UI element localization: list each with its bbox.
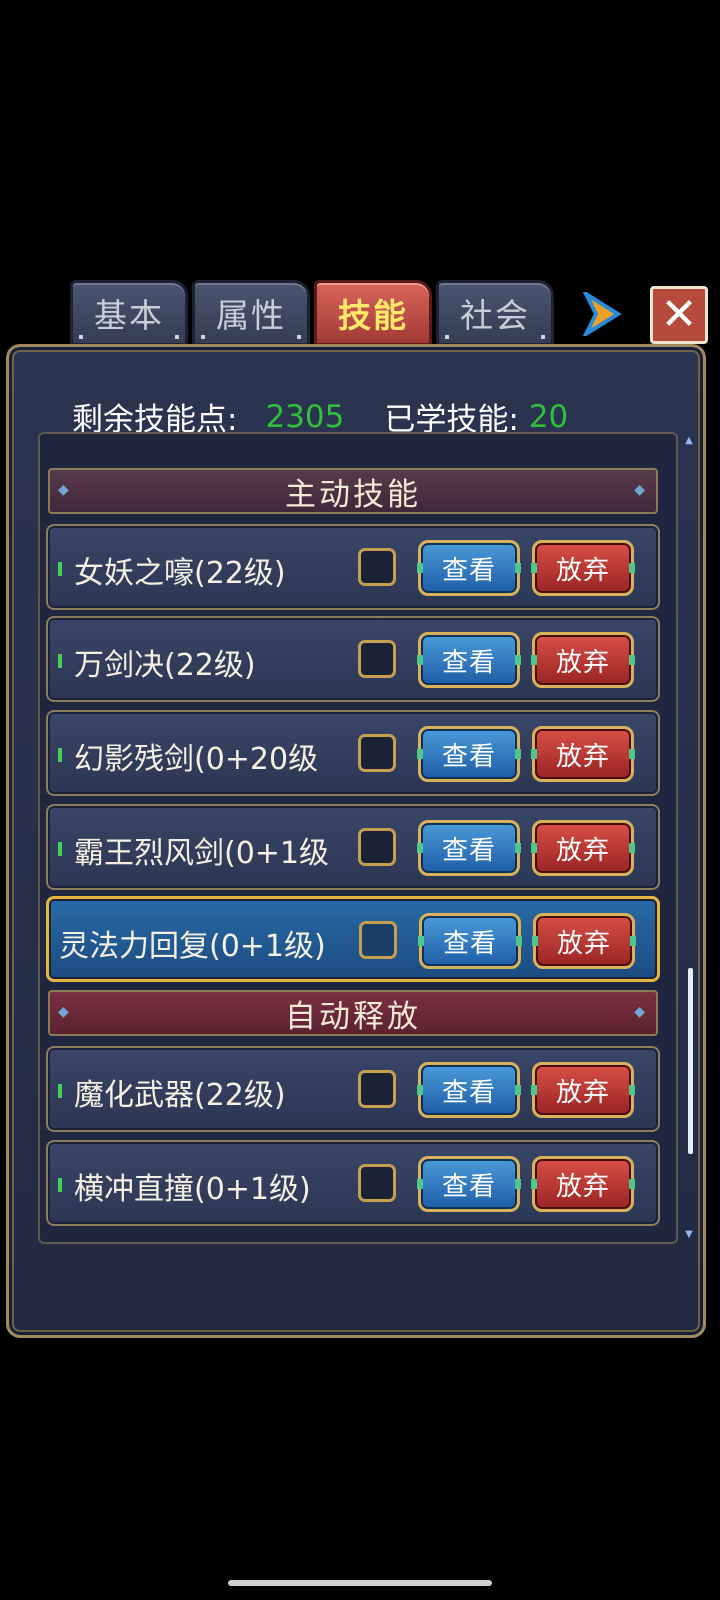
skill-row-selected[interactable]: 灵法力回复(0+1级) 查看 放弃 [46, 896, 660, 982]
view-button[interactable]: 查看 [417, 632, 521, 688]
tab-attributes[interactable]: 属性 [192, 280, 310, 346]
scroll-up-icon[interactable]: ▲ [684, 436, 694, 446]
skill-name: 幻影残剑(0+20级 [74, 742, 319, 777]
skill-row[interactable]: 霸王烈风剑(0+1级 查看 放弃 [46, 804, 660, 890]
abandon-button[interactable]: 放弃 [531, 820, 635, 876]
view-button[interactable]: 查看 [417, 540, 521, 596]
skill-marker [58, 748, 62, 762]
tab-attributes-label: 属性 [216, 296, 286, 335]
abandon-button[interactable]: 放弃 [531, 632, 635, 688]
abandon-button[interactable]: 放弃 [531, 1156, 635, 1212]
skill-checkbox[interactable] [358, 1070, 396, 1108]
tab-skills[interactable]: 技能 [314, 280, 432, 346]
abandon-button[interactable]: 放弃 [532, 913, 636, 969]
abandon-button[interactable]: 放弃 [531, 726, 635, 782]
skill-row[interactable]: 万剑决(22级) 查看 放弃 [46, 616, 660, 702]
view-button[interactable]: 查看 [417, 820, 521, 876]
scrollbar-thumb[interactable] [688, 968, 693, 1154]
skill-checkbox[interactable] [358, 1164, 396, 1202]
skill-name: 灵法力回复(0+1级) [59, 929, 326, 964]
scroll-down-icon[interactable]: ▼ [684, 1230, 694, 1240]
skill-name: 横冲直撞(0+1级) [74, 1172, 311, 1207]
tab-basic-label: 基本 [94, 296, 164, 335]
skill-checkbox[interactable] [358, 734, 396, 772]
skill-marker [58, 562, 62, 576]
next-arrow-icon[interactable] [582, 292, 622, 336]
skill-name: 女妖之嚎(22级) [74, 556, 286, 591]
abandon-button[interactable]: 放弃 [531, 540, 635, 596]
home-indicator[interactable] [228, 1580, 492, 1586]
close-icon: ✕ [660, 289, 698, 340]
tab-social-label: 社会 [460, 296, 530, 335]
learned-skills-value: 20 [528, 398, 569, 435]
skill-marker [58, 1178, 62, 1192]
section-active-skills: 主动技能 [48, 468, 658, 514]
view-button[interactable]: 查看 [418, 913, 522, 969]
view-button[interactable]: 查看 [417, 1062, 521, 1118]
abandon-button[interactable]: 放弃 [531, 1062, 635, 1118]
view-button[interactable]: 查看 [417, 726, 521, 782]
section-auto-release: 自动释放 [48, 990, 658, 1036]
skill-row[interactable]: 横冲直撞(0+1级) 查看 放弃 [46, 1140, 660, 1226]
skill-checkbox[interactable] [359, 921, 397, 959]
section-auto-title: 自动释放 [285, 998, 421, 1035]
skill-marker [58, 1084, 62, 1098]
tab-basic[interactable]: 基本 [70, 280, 188, 346]
view-button[interactable]: 查看 [417, 1156, 521, 1212]
tab-skills-label: 技能 [338, 296, 408, 335]
skill-checkbox[interactable] [358, 640, 396, 678]
skill-row[interactable]: 女妖之嚎(22级) 查看 放弃 [46, 524, 660, 610]
skill-name: 魔化武器(22级) [74, 1078, 286, 1113]
tab-social[interactable]: 社会 [436, 280, 554, 346]
skill-checkbox[interactable] [358, 828, 396, 866]
skill-name: 万剑决(22级) [74, 648, 256, 683]
skill-row[interactable]: 魔化武器(22级) 查看 放弃 [46, 1046, 660, 1132]
section-active-title: 主动技能 [285, 476, 421, 513]
close-button[interactable]: ✕ [650, 286, 708, 344]
skill-marker [58, 842, 62, 856]
remaining-points-value: 2305 [265, 398, 345, 435]
skill-name: 霸王烈风剑(0+1级 [74, 836, 330, 871]
skill-checkbox[interactable] [358, 548, 396, 586]
skill-marker [58, 654, 62, 668]
skill-row[interactable]: 幻影残剑(0+20级 查看 放弃 [46, 710, 660, 796]
